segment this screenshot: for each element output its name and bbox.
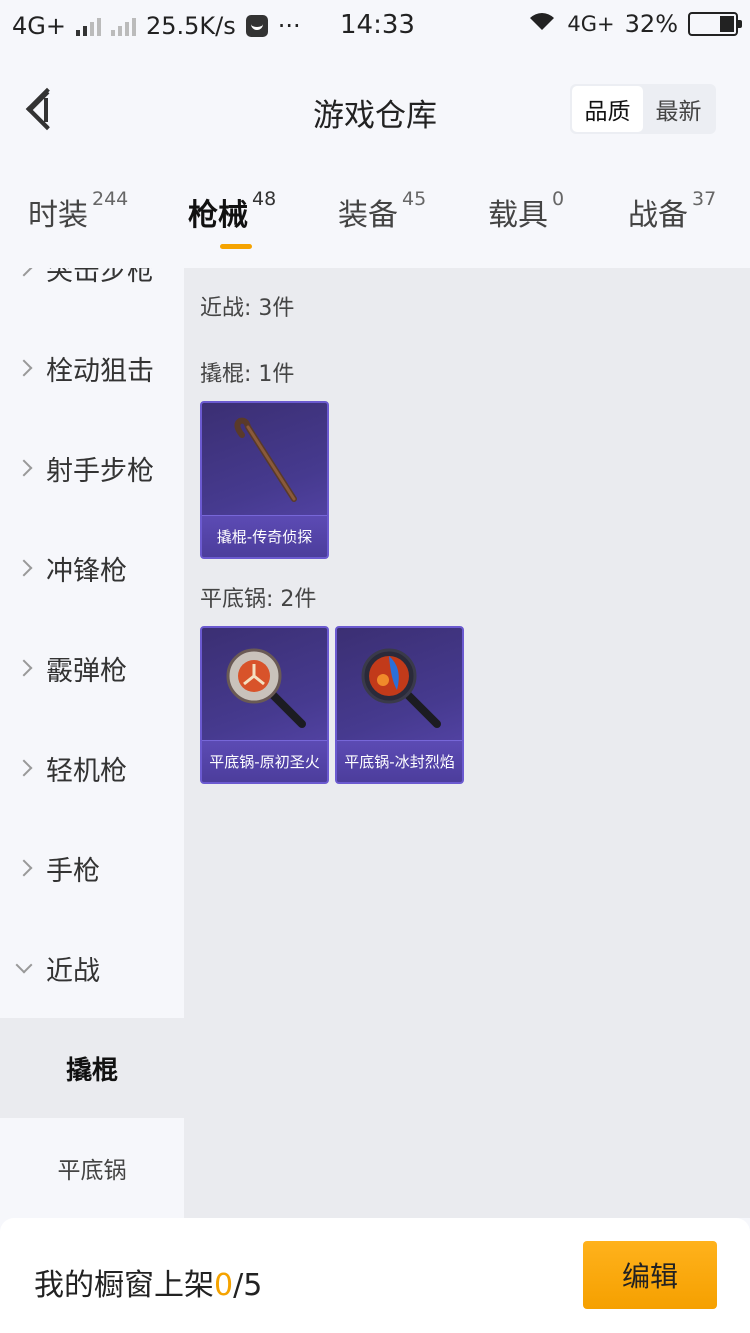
category-tabs: 时装 244 枪械 48 装备 45 载具 0 战备 37 (0, 188, 750, 260)
sort-latest-button[interactable]: 最新 (643, 86, 714, 132)
network-speed: 25.5K/s (145, 12, 236, 40)
sidebar-subitem-crowbar[interactable]: 撬棍 (0, 1018, 184, 1118)
sidebar-item-shotgun[interactable]: 霰弹枪 (0, 618, 184, 718)
category-sidebar[interactable]: 突击步枪 栓动狙击 射手步枪 冲锋枪 霰弹枪 轻机枪 手枪 近战 撬棍 平底锅 (0, 268, 184, 1218)
frying-pan-icon (202, 628, 327, 740)
item-card-pan-primal-flame[interactable]: 平底锅-原初圣火 (200, 626, 329, 784)
chevron-down-icon (15, 956, 33, 974)
chevron-right-icon (15, 759, 33, 777)
tab-label: 时装 (28, 198, 88, 233)
sidebar-subitem-frying-pan[interactable]: 平底锅 (0, 1118, 184, 1218)
tab-vehicles[interactable]: 载具 0 (488, 188, 565, 234)
chevron-right-icon (15, 268, 33, 277)
tab-label: 装备 (338, 198, 398, 233)
tab-label: 战备 (628, 198, 688, 233)
chevron-right-icon (15, 659, 33, 677)
item-name: 撬棍-传奇侦探 (202, 515, 327, 557)
item-card-pan-frozen-flame[interactable]: 平底锅-冰封烈焰 (335, 626, 464, 784)
showcase-current: 0 (214, 1268, 234, 1303)
sidebar-item-label: 射手步枪 (46, 455, 154, 487)
sidebar-item-assault-rifle[interactable]: 突击步枪 (0, 268, 184, 318)
tab-label: 枪械 (188, 198, 248, 233)
tab-supplies[interactable]: 战备 37 (628, 188, 717, 234)
sidebar-item-smg[interactable]: 冲锋枪 (0, 518, 184, 618)
sidebar-item-label: 轻机枪 (46, 755, 127, 787)
group-title-frying-pan: 平底锅: 2件 (200, 587, 317, 612)
sort-toggle: 品质 最新 (570, 84, 716, 134)
sidebar-item-label: 冲锋枪 (46, 555, 127, 587)
tab-label: 载具 (488, 198, 548, 233)
crowbar-icon (202, 403, 327, 515)
sidebar-item-label: 突击步枪 (46, 268, 154, 287)
sidebar-item-dmr[interactable]: 射手步枪 (0, 418, 184, 518)
signal-strength-icon (75, 16, 101, 36)
wifi-icon (527, 10, 557, 38)
edit-button[interactable]: 编辑 (583, 1241, 717, 1309)
tab-count: 37 (692, 188, 717, 210)
more-notifications: ··· (277, 12, 301, 40)
signal-strength-2-icon (110, 16, 136, 36)
sidebar-item-melee[interactable]: 近战 (0, 918, 184, 1018)
sidebar-item-bolt-sniper[interactable]: 栓动狙击 (0, 318, 184, 418)
header: 游戏仓库 品质 最新 (0, 60, 750, 160)
chevron-right-icon (15, 359, 33, 377)
sidebar-item-label: 手枪 (46, 855, 100, 887)
notification-app-icon (245, 15, 268, 37)
sidebar-item-label: 近战 (46, 955, 100, 987)
item-content-area[interactable]: 近战: 3件 撬棍: 1件 撬棍-传奇侦探 平底锅: 2件 平底锅-原初圣火 平… (184, 268, 750, 1218)
battery-percent: 32% (624, 10, 678, 38)
chevron-right-icon (15, 459, 33, 477)
chevron-right-icon (15, 559, 33, 577)
tab-count: 0 (552, 188, 565, 210)
tab-firearms[interactable]: 枪械 48 (188, 188, 277, 234)
tab-count: 45 (402, 188, 427, 210)
tab-equipment[interactable]: 装备 45 (338, 188, 427, 234)
item-name: 平底锅-冰封烈焰 (337, 740, 462, 782)
group-title-crowbar: 撬棍: 1件 (200, 362, 295, 387)
sidebar-item-label: 霰弹枪 (46, 655, 127, 687)
section-title: 近战: 3件 (200, 296, 295, 321)
tab-count: 48 (252, 188, 277, 210)
chevron-right-icon (15, 859, 33, 877)
tab-count: 244 (92, 188, 129, 210)
active-tab-indicator (220, 244, 252, 249)
clock: 14:33 (340, 10, 415, 40)
sidebar-item-label: 栓动狙击 (46, 355, 154, 387)
battery-icon (688, 12, 742, 36)
bottom-bar: 我的橱窗上架0/5 编辑 (0, 1218, 750, 1333)
sort-quality-button[interactable]: 品质 (572, 86, 643, 132)
sidebar-item-lmg[interactable]: 轻机枪 (0, 718, 184, 818)
item-name: 平底锅-原初圣火 (202, 740, 327, 782)
sidebar-item-pistol[interactable]: 手枪 (0, 818, 184, 918)
network-type-right-plus: + (597, 12, 615, 36)
tab-fashion[interactable]: 时装 244 (28, 188, 129, 234)
network-type-left: 4G+ (12, 12, 66, 40)
frying-pan-icon (337, 628, 462, 740)
showcase-label: 我的橱窗上架 (34, 1268, 214, 1303)
status-right: 4G+ 32% (527, 10, 742, 38)
status-left: 4G+ 25.5K/s ··· (12, 12, 301, 40)
showcase-total: /5 (233, 1268, 263, 1303)
item-card-crowbar-detective[interactable]: 撬棍-传奇侦探 (200, 401, 329, 559)
network-type-right: 4G (567, 12, 598, 36)
showcase-count: 我的橱窗上架0/5 (34, 1260, 262, 1304)
status-bar: 4G+ 25.5K/s ··· 14:33 4G+ 32% (0, 0, 750, 52)
